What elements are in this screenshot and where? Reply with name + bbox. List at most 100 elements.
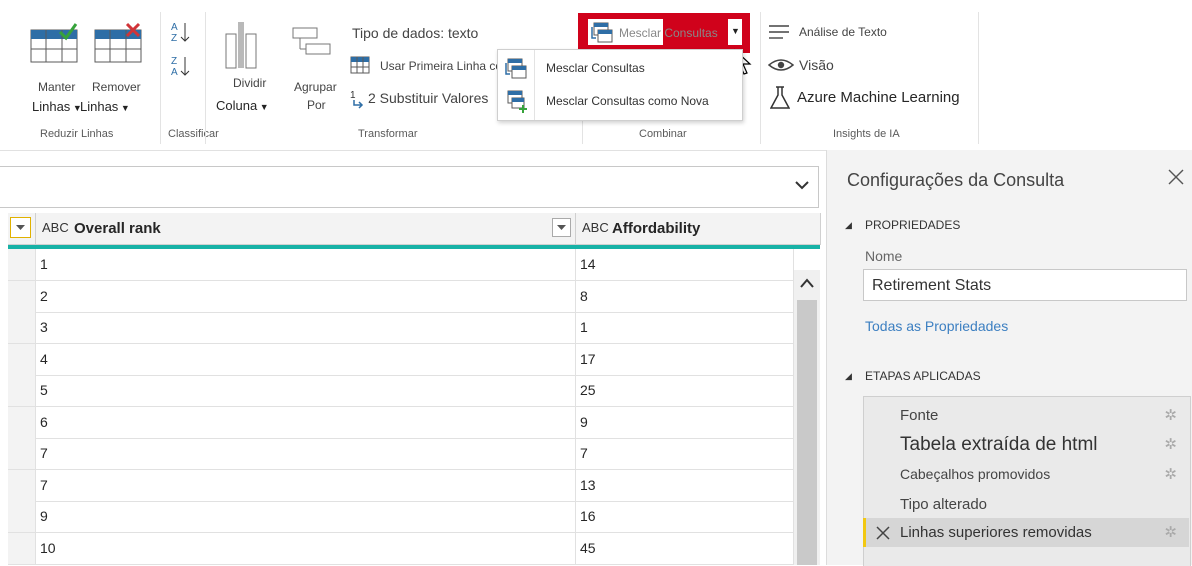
group-divider <box>760 12 761 144</box>
collapse-triangle-icon[interactable]: ◢ <box>845 371 852 382</box>
cell-overall-rank[interactable]: 6 <box>36 406 576 438</box>
cell-affordability[interactable]: 7 <box>576 438 794 469</box>
row-selector[interactable] <box>8 438 36 469</box>
cell-affordability[interactable]: 14 <box>576 249 794 280</box>
vertical-scrollbar[interactable] <box>794 270 820 565</box>
step-label: Cabeçalhos promovidos <box>900 466 1051 482</box>
close-icon[interactable] <box>1167 168 1185 186</box>
group-label-transformar: Transformar <box>358 128 418 140</box>
cell-overall-rank[interactable]: 4 <box>36 343 576 375</box>
remover-label-2: Linhas ▼ <box>80 99 130 114</box>
cell-affordability[interactable]: 1 <box>576 312 794 343</box>
manter-linhas-button[interactable]: Manter Linhas ▼ <box>28 22 88 118</box>
row-selector[interactable] <box>8 406 36 438</box>
step-label: Tabela extraída de html <box>900 434 1098 455</box>
step-fonte[interactable]: Fonte ✲ <box>863 401 1189 430</box>
row-selector[interactable] <box>8 532 36 564</box>
row-selector[interactable] <box>8 312 36 343</box>
table-header-icon <box>350 56 370 74</box>
menu-item-mesclar-como-nova[interactable]: Mesclar Consultas como Nova <box>498 85 742 118</box>
svg-text:Z: Z <box>171 56 177 67</box>
group-label-combinar: Combinar <box>639 128 687 140</box>
tipo-dados-button[interactable]: Tipo de dados: texto <box>352 25 478 41</box>
keep-rows-icon <box>30 23 78 63</box>
dividir-coluna-button[interactable]: Dividir Coluna ▼ <box>214 20 284 118</box>
eye-icon <box>768 59 794 71</box>
azure-ml-button[interactable]: Azure Machine Learning <box>768 86 978 110</box>
cell-overall-rank[interactable]: 7 <box>36 438 576 469</box>
step-cabecalhos-promovidos[interactable]: Cabeçalhos promovidos ✲ <box>863 460 1189 489</box>
formula-bar[interactable] <box>0 166 819 208</box>
section-etapas: ETAPAS APLICADAS <box>865 369 981 383</box>
cell-overall-rank[interactable]: 2 <box>36 280 576 312</box>
row-selector[interactable] <box>8 280 36 312</box>
row-selector[interactable] <box>8 501 36 532</box>
chevron-down-icon[interactable]: ▼ <box>731 26 740 36</box>
chevron-up-icon[interactable] <box>799 276 815 290</box>
group-divider <box>978 12 979 144</box>
cell-affordability[interactable]: 45 <box>576 532 794 564</box>
column-filter-button[interactable] <box>552 218 571 237</box>
manter-label-2: Linhas ▼ <box>32 99 82 114</box>
remover-linhas-button[interactable]: Remover Linhas ▼ <box>80 22 148 118</box>
substituir-valores-button[interactable]: 1 2 Substituir Valores <box>350 87 500 109</box>
cell-affordability[interactable]: 13 <box>576 469 794 501</box>
mesclar-consultas-button[interactable]: Mesclar Consultas ▼ <box>578 13 750 53</box>
collapse-triangle-icon[interactable]: ◢ <box>845 220 852 231</box>
abc-type-icon[interactable]: ABC <box>42 220 69 235</box>
agrupar-label-1: Agrupar <box>294 80 337 94</box>
sort-descending-button[interactable]: Z A <box>170 54 192 78</box>
gear-icon[interactable]: ✲ <box>1164 430 1177 459</box>
text-analytics-icon <box>769 25 789 39</box>
replace-values-icon: 1 <box>350 90 364 109</box>
cell-overall-rank[interactable]: 1 <box>36 249 576 280</box>
cell-affordability[interactable]: 8 <box>576 280 794 312</box>
column-header-overall-rank[interactable]: ABC Overall rank <box>36 213 576 245</box>
column-header-label: Overall rank <box>74 220 161 237</box>
menu-item-label: Mesclar Consultas <box>546 61 645 75</box>
gear-icon[interactable]: ✲ <box>1164 518 1177 547</box>
cell-affordability[interactable]: 17 <box>576 343 794 375</box>
usar-primeira-linha-button[interactable]: Usar Primeira Linha co <box>350 55 502 77</box>
remover-label-1: Remover <box>92 80 141 94</box>
cell-overall-rank[interactable]: 10 <box>36 532 576 564</box>
table-row: 1 14 <box>8 249 820 281</box>
gear-icon[interactable]: ✲ <box>1164 401 1177 430</box>
table-row: 10 45 <box>8 532 820 565</box>
row-selector[interactable] <box>8 375 36 406</box>
svg-text:1: 1 <box>350 90 356 101</box>
cell-overall-rank[interactable]: 9 <box>36 501 576 532</box>
row-selector[interactable] <box>8 249 36 280</box>
row-selector[interactable] <box>8 343 36 375</box>
scrollbar-thumb[interactable] <box>797 300 817 565</box>
svg-text:Z: Z <box>171 33 177 44</box>
visao-button[interactable]: Visão <box>768 55 858 75</box>
nome-input[interactable]: Retirement Stats <box>863 269 1187 301</box>
row-selector[interactable] <box>8 469 36 501</box>
delete-step-icon[interactable] <box>876 526 890 540</box>
table-menu-button[interactable] <box>10 217 31 238</box>
step-linhas-superiores-removidas[interactable]: Linhas superiores removidas ✲ <box>863 518 1189 547</box>
gear-icon[interactable]: ✲ <box>1164 460 1177 489</box>
cell-overall-rank[interactable]: 5 <box>36 375 576 406</box>
cell-affordability[interactable]: 25 <box>576 375 794 406</box>
todas-propriedades-link[interactable]: Todas as Propriedades <box>865 318 1008 334</box>
chevron-down-icon[interactable] <box>794 177 810 196</box>
visao-label: Visão <box>799 57 834 73</box>
cell-affordability[interactable]: 9 <box>576 406 794 438</box>
step-tipo-alterado[interactable]: Tipo alterado <box>863 490 1189 519</box>
cell-overall-rank[interactable]: 7 <box>36 469 576 501</box>
cell-overall-rank[interactable]: 3 <box>36 312 576 343</box>
abc-type-icon[interactable]: ABC <box>582 220 609 235</box>
chevron-down-icon: ▼ <box>257 102 269 112</box>
pane-title: Configurações da Consulta <box>847 170 1065 190</box>
table-row: 7 13 <box>8 469 820 502</box>
agrupar-por-button[interactable]: Agrupar Por <box>288 24 342 118</box>
sort-ascending-button[interactable]: A Z <box>170 20 192 44</box>
step-label: Linhas superiores removidas <box>900 524 1092 541</box>
column-header-affordability[interactable]: ABC Affordability <box>576 213 821 245</box>
step-tabela-extraida[interactable]: Tabela extraída de html ✲ <box>863 430 1189 459</box>
menu-item-mesclar-consultas[interactable]: Mesclar Consultas <box>498 52 742 85</box>
cell-affordability[interactable]: 16 <box>576 501 794 532</box>
analise-texto-button[interactable]: Análise de Texto <box>768 24 938 44</box>
